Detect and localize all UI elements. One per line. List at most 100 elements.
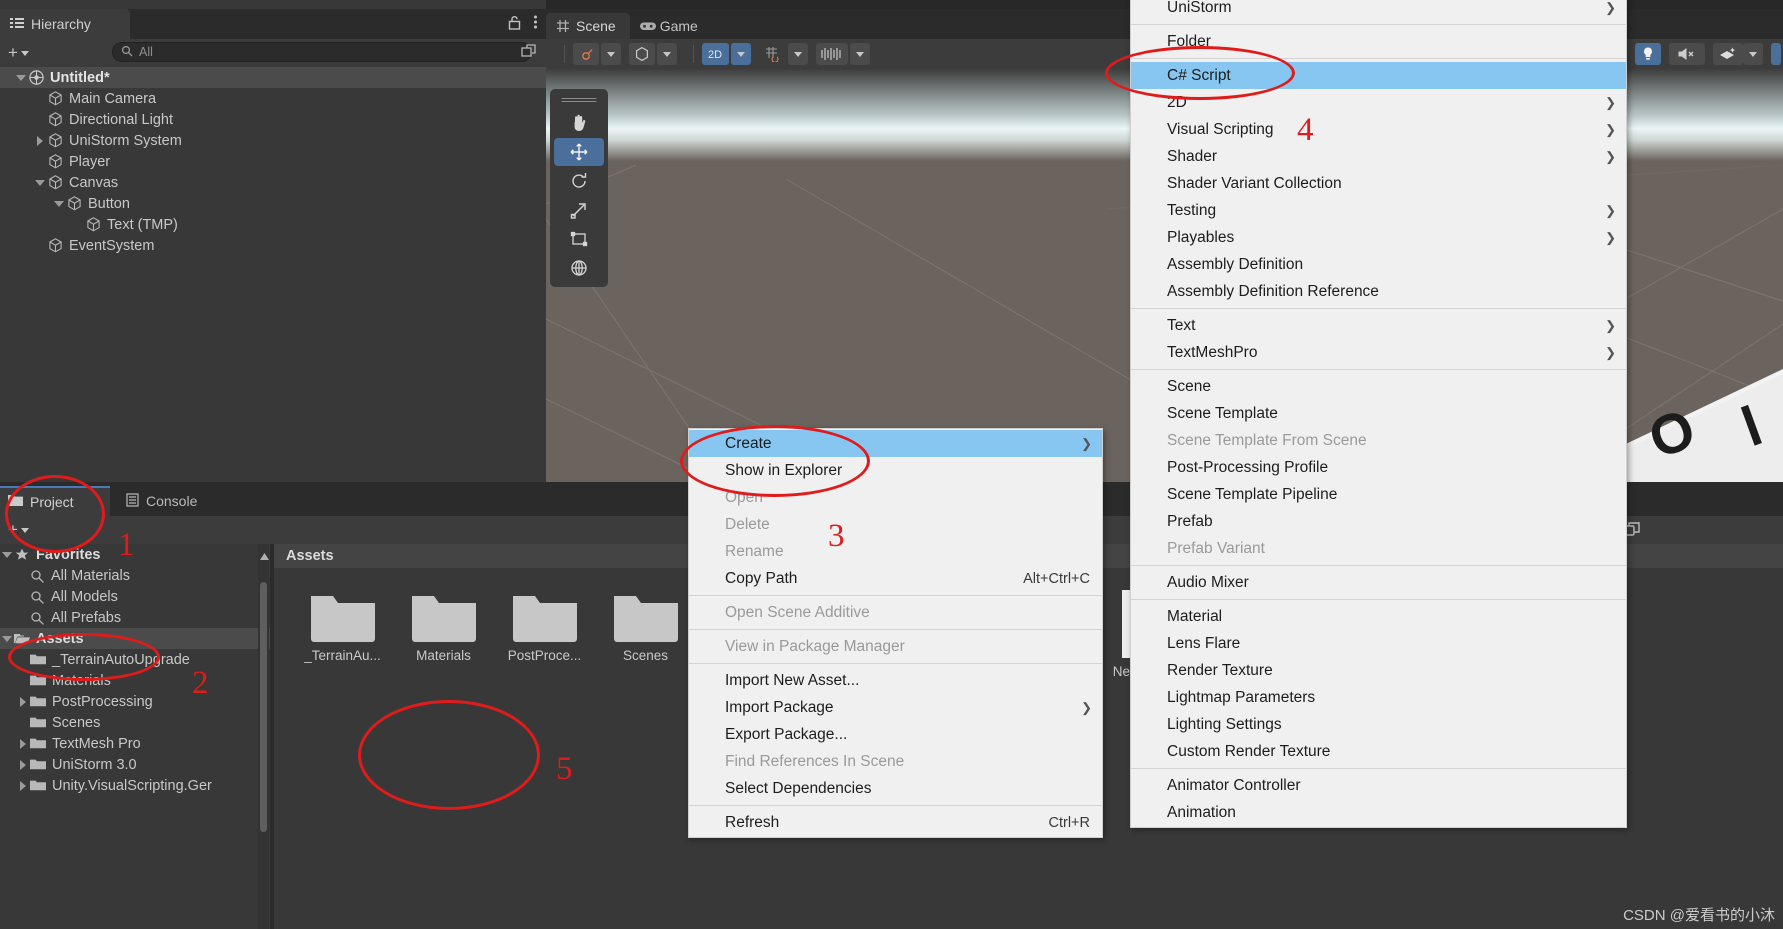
scene-grid-snap-dropdown[interactable] [788, 43, 808, 65]
menu-item[interactable]: Shader Variant Collection [1131, 170, 1626, 197]
scene-grid-snap-button[interactable] [759, 43, 786, 65]
rotate-tool-icon[interactable] [554, 167, 604, 195]
hierarchy-item[interactable]: Untitled* [0, 67, 546, 88]
menu-item[interactable]: Refresh Ctrl+R [689, 809, 1102, 836]
menu-item[interactable]: Assembly Definition [1131, 251, 1626, 278]
menu-item[interactable]: Prefab [1131, 508, 1626, 535]
menu-item[interactable]: Shader ❯ [1131, 143, 1626, 170]
menu-item[interactable]: Animation [1131, 799, 1626, 826]
scene-gizmos-toggle[interactable] [1771, 43, 1781, 65]
project-tree-item[interactable]: All Models [0, 586, 270, 607]
menu-item[interactable]: TextMeshPro ❯ [1131, 339, 1626, 366]
scene-audio-toggle[interactable] [1669, 43, 1705, 65]
scene-shading-button[interactable] [629, 43, 655, 65]
project-tree-item[interactable]: All Prefabs [0, 607, 270, 628]
menu-item[interactable]: Scene [1131, 373, 1626, 400]
menu-item[interactable]: Visual Scripting ❯ [1131, 116, 1626, 143]
asset-context-menu[interactable]: Create ❯ Show in Explorer Open Delete Rename C… [688, 428, 1103, 838]
scene-scale-ruler-dropdown[interactable] [850, 43, 870, 65]
menu-item[interactable]: Scene Template [1131, 400, 1626, 427]
lock-icon[interactable] [508, 15, 521, 35]
twisty-open-icon[interactable] [14, 74, 28, 81]
hierarchy-search-input[interactable]: All [112, 42, 532, 62]
hierarchy-add-button[interactable]: + [0, 43, 37, 63]
move-tool-icon[interactable] [554, 138, 604, 166]
asset-item[interactable]: Scenes [595, 580, 696, 698]
project-tree-item[interactable]: Unity.VisualScripting.Ger [0, 775, 270, 796]
project-tree-item[interactable]: _TerrainAutoUpgrade [0, 649, 270, 670]
menu-item[interactable]: Testing ❯ [1131, 197, 1626, 224]
project-tree-item[interactable]: UniStorm 3.0 [0, 754, 270, 775]
menu-item[interactable]: Show in Explorer [689, 457, 1102, 484]
hierarchy-item[interactable]: Directional Light [0, 109, 546, 130]
project-tree-item[interactable]: PostProcessing [0, 691, 270, 712]
menu-item[interactable]: Assembly Definition Reference [1131, 278, 1626, 305]
scene-draw-mode-button[interactable] [573, 43, 599, 65]
tab-game[interactable]: Game [630, 13, 712, 39]
scene-draw-mode-dropdown[interactable] [601, 43, 621, 65]
hierarchy-item[interactable]: Button [0, 193, 546, 214]
menu-item[interactable]: Lightmap Parameters [1131, 684, 1626, 711]
project-tree-item[interactable]: TextMesh Pro [0, 733, 270, 754]
menu-item[interactable]: Import Package ❯ [689, 694, 1102, 721]
project-tree-item[interactable]: All Materials [0, 565, 270, 586]
menu-item[interactable]: Animator Controller [1131, 772, 1626, 799]
rect-tool-icon[interactable] [554, 225, 604, 253]
scene-scale-ruler-button[interactable] [816, 43, 848, 65]
menu-item[interactable]: Folder [1131, 28, 1626, 55]
twisty-closed-icon[interactable] [16, 759, 30, 770]
twisty-open-icon[interactable] [52, 200, 66, 207]
scene-effects-toggle[interactable] [1713, 43, 1743, 65]
hierarchy-item[interactable]: Player [0, 151, 546, 172]
menu-item[interactable]: Playables ❯ [1131, 224, 1626, 251]
hand-tool-icon[interactable] [554, 109, 604, 137]
menu-item[interactable]: Select Dependencies [689, 775, 1102, 802]
scene-lighting-toggle[interactable] [1635, 43, 1661, 65]
create-submenu[interactable]: UniStorm ❯ Folder C# Script 2D ❯ Visual Script… [1130, 0, 1627, 828]
scene-shading-dropdown[interactable] [657, 43, 677, 65]
asset-item[interactable]: PostProce... [494, 580, 595, 698]
palette-drag-handle[interactable] [561, 98, 597, 102]
hierarchy-item[interactable]: Text (TMP) [0, 214, 546, 235]
menu-item[interactable]: Material [1131, 603, 1626, 630]
twisty-open-icon[interactable] [0, 635, 14, 642]
menu-item[interactable]: Custom Render Texture [1131, 738, 1626, 765]
menu-item[interactable]: Copy Path Alt+Ctrl+C [689, 565, 1102, 592]
project-tree-item[interactable]: Favorites [0, 544, 270, 565]
asset-item[interactable]: Materials [393, 580, 494, 698]
hierarchy-item[interactable]: EventSystem [0, 235, 546, 256]
hierarchy-item[interactable]: UniStorm System [0, 130, 546, 151]
menu-item[interactable]: UniStorm ❯ [1131, 0, 1626, 21]
scene-2d-dropdown[interactable] [731, 43, 751, 65]
menu-item[interactable]: Export Package... [689, 721, 1102, 748]
twisty-closed-icon[interactable] [33, 135, 47, 146]
scale-tool-icon[interactable] [554, 196, 604, 224]
twisty-open-icon[interactable] [33, 179, 47, 186]
menu-item[interactable]: Render Texture [1131, 657, 1626, 684]
asset-item[interactable]: _TerrainAu... [292, 580, 393, 698]
scene-2d-toggle-button[interactable]: 2D [702, 43, 729, 65]
menu-item[interactable]: Post-Processing Profile [1131, 454, 1626, 481]
kebab-menu-icon[interactable] [533, 14, 538, 35]
menu-item[interactable]: C# Script [1131, 62, 1626, 89]
hierarchy-item[interactable]: Main Camera [0, 88, 546, 109]
scene-effects-dropdown[interactable] [1743, 43, 1763, 65]
tab-console[interactable]: Console [116, 486, 207, 516]
twisty-closed-icon[interactable] [16, 696, 30, 707]
hierarchy-tree[interactable]: Untitled* Main Camera Directional Light Uni… [0, 67, 546, 482]
project-tree-scroll-up-icon[interactable] [259, 548, 270, 566]
tab-hierarchy[interactable]: Hierarchy [0, 9, 130, 39]
menu-item[interactable]: Import New Asset... [689, 667, 1102, 694]
tab-project[interactable]: Project [0, 486, 110, 516]
menu-item[interactable]: 2D ❯ [1131, 89, 1626, 116]
menu-item[interactable]: Text ❯ [1131, 312, 1626, 339]
menu-item[interactable]: Create ❯ [689, 430, 1102, 457]
twisty-closed-icon[interactable] [16, 738, 30, 749]
menu-item[interactable]: Lighting Settings [1131, 711, 1626, 738]
menu-item[interactable]: Lens Flare [1131, 630, 1626, 657]
hierarchy-item[interactable]: Canvas [0, 172, 546, 193]
twisty-closed-icon[interactable] [16, 780, 30, 791]
project-tree-item[interactable]: Assets [0, 628, 270, 649]
project-tree-scroll-thumb[interactable] [260, 582, 267, 832]
transform-tool-icon[interactable] [554, 254, 604, 282]
